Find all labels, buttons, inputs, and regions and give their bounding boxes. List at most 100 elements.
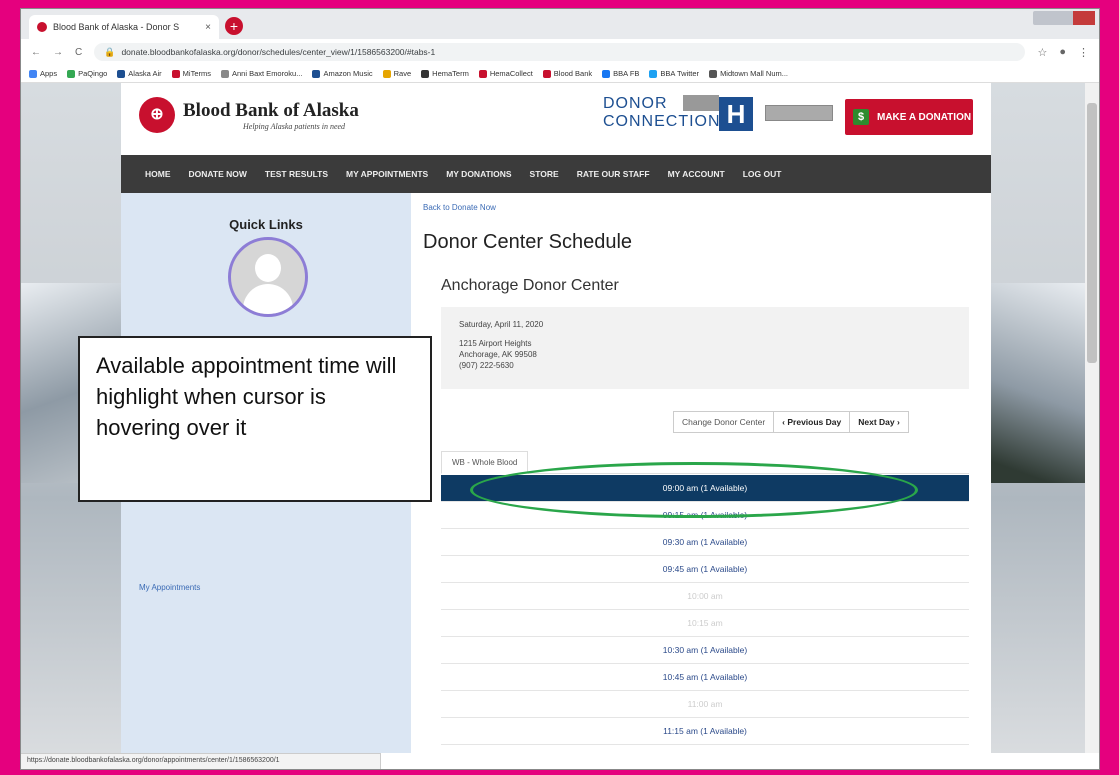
address-bar[interactable]: 🔒 donate.bloodbankofalaska.org/donor/sch…: [94, 43, 1026, 61]
menu-icon[interactable]: ⋮: [1078, 46, 1089, 59]
h-logo-icon: H: [719, 97, 753, 131]
bookmark-icon: [421, 69, 430, 78]
bookmark-item[interactable]: Amazon Music: [312, 69, 373, 78]
day-navigation: Change Donor Center ‹ Previous Day Next …: [673, 411, 909, 433]
donor-center-name: Anchorage Donor Center: [441, 277, 619, 294]
bookmarks-bar: Apps PaQingo Alaska Air MiTerms Anni Baxt Em…: [21, 65, 1099, 83]
bookmark-item[interactable]: BBA FB: [602, 69, 639, 78]
background-mountains-right: [985, 283, 1085, 483]
lock-icon: 🔒: [104, 46, 116, 57]
bookmark-label: BBA FB: [613, 69, 640, 78]
donor-connection-logo: DONOR CONNECTION: [603, 95, 721, 131]
center-info-box: Saturday, April 11, 2020 1215 Airport He…: [441, 307, 969, 389]
bookmark-item[interactable]: Blood Bank: [542, 69, 593, 78]
new-tab-button[interactable]: +: [225, 17, 243, 35]
address-url: donate.bloodbankofalaska.org/donor/sched…: [121, 47, 436, 57]
browser-toolbar: ← → C 🔒 donate.bloodbankofalaska.org/don…: [21, 39, 1099, 65]
bookmark-icon: [67, 69, 76, 78]
nav-item-my-account[interactable]: MY ACCOUNT: [668, 169, 725, 179]
back-to-donate-link[interactable]: Back to Donate Now: [423, 203, 496, 212]
nav-item-test-results[interactable]: TEST RESULTS: [265, 169, 328, 179]
tab-close-icon[interactable]: ×: [205, 22, 211, 33]
time-slot: 11:00 am: [441, 691, 969, 718]
org-tagline: Helping Alaska patients in need: [243, 121, 346, 131]
browser-tab[interactable]: Blood Bank of Alaska - Donor S ×: [29, 15, 219, 39]
time-slot[interactable]: 11:15 am (1 Available): [441, 718, 969, 745]
time-slot[interactable]: 10:45 am (1 Available): [441, 664, 969, 691]
bookmark-label: Apps: [40, 69, 58, 78]
avatar[interactable]: [228, 237, 308, 317]
tab-whole-blood[interactable]: WB - Whole Blood: [441, 451, 529, 474]
avatar-head-icon: [255, 254, 281, 282]
annotation-callout: Available appointment time will highligh…: [78, 336, 432, 502]
nav-item-my-donations[interactable]: MY DONATIONS: [446, 169, 511, 179]
bookmark-item[interactable]: MiTerms: [171, 69, 211, 78]
make-a-donation-button[interactable]: $ MAKE A DONATION: [845, 99, 973, 135]
site-logo[interactable]: ⊕ Blood Bank of Alaska Helping Alaska pa…: [139, 97, 359, 133]
bookmark-icon: [709, 69, 718, 78]
gray-badge: [765, 105, 833, 121]
forward-icon[interactable]: →: [53, 47, 63, 58]
bookmark-label: Midtown Mall Num...: [720, 69, 788, 78]
time-slot[interactable]: 11:30 am (1 Available): [441, 745, 969, 753]
center-phone: (907) 222-5630: [459, 361, 514, 370]
profile-icon[interactable]: ●: [1059, 46, 1066, 59]
bookmark-icon: [221, 69, 229, 78]
bookmark-icon: [542, 69, 551, 78]
bookmark-item[interactable]: HemaCollect: [478, 69, 533, 78]
bookmark-star-icon[interactable]: ☆: [1037, 46, 1047, 59]
time-slot: 10:00 am: [441, 583, 969, 610]
nav-item-home[interactable]: HOME: [145, 169, 171, 179]
org-name: Blood Bank of Alaska: [183, 99, 359, 121]
quick-links-title: Quick Links: [229, 217, 303, 232]
main-nav: HOME DONATE NOW TEST RESULTS MY APPOINTMENT…: [121, 155, 991, 193]
time-slot[interactable]: 09:30 am (1 Available): [441, 529, 969, 556]
previous-day-button[interactable]: ‹ Previous Day: [774, 411, 851, 433]
bookmark-label: Blood Bank: [553, 69, 593, 78]
nav-item-my-appointments[interactable]: MY APPOINTMENTS: [346, 169, 428, 179]
next-day-button[interactable]: Next Day ›: [850, 411, 909, 433]
bookmark-item[interactable]: Alaska Air: [117, 69, 162, 78]
blood-drop-logo-icon: ⊕: [139, 97, 175, 133]
site-header: ⊕ Blood Bank of Alaska Helping Alaska pa…: [121, 83, 991, 155]
status-bar-url: https://donate.bloodbankofalaska.org/don…: [21, 753, 381, 769]
window-close-icon[interactable]: [1073, 11, 1095, 25]
bookmark-icon: [478, 69, 487, 78]
bookmark-item[interactable]: PaQingo: [67, 69, 107, 78]
bookmark-label: HemaTerm: [432, 69, 469, 78]
bookmark-label: HemaCollect: [489, 69, 533, 78]
time-slot[interactable]: 09:45 am (1 Available): [441, 556, 969, 583]
page-title: Donor Center Schedule: [423, 231, 633, 253]
bookmark-label: Alaska Air: [128, 69, 162, 78]
nav-item-donate-now[interactable]: DONATE NOW: [189, 169, 247, 179]
bookmark-item[interactable]: BBA Twitter: [649, 69, 699, 78]
nav-item-store[interactable]: STORE: [530, 169, 559, 179]
bookmark-item[interactable]: Anni Baxt Emoroku...: [221, 69, 302, 78]
avatar-body-icon: [243, 284, 293, 314]
address-line-2: Anchorage, AK 99508: [459, 350, 537, 359]
bookmark-item[interactable]: HemaTerm: [421, 69, 469, 78]
bookmark-icon: [117, 69, 126, 78]
back-icon[interactable]: ←: [31, 47, 41, 58]
scrollbar-thumb[interactable]: [1087, 103, 1097, 363]
bookmark-icon: [29, 69, 37, 78]
dollar-icon: $: [853, 109, 869, 125]
bookmark-label: Rave: [393, 69, 412, 78]
time-slot[interactable]: 10:30 am (1 Available): [441, 637, 969, 664]
reload-icon[interactable]: C: [75, 47, 82, 58]
nav-item-rate-our-staff[interactable]: RATE OUR STAFF: [577, 169, 650, 179]
bookmark-item[interactable]: Midtown Mall Num...: [709, 69, 788, 78]
sidebar-link-my-appointments[interactable]: My Appointments: [139, 583, 200, 592]
favicon-icon: [37, 22, 47, 32]
annotation-highlight-ellipse: [470, 462, 918, 518]
bookmark-icon: [171, 69, 180, 78]
bookmark-label: Amazon Music: [323, 69, 373, 78]
make-a-donation-label: MAKE A DONATION: [877, 111, 972, 123]
window-controls[interactable]: [1033, 11, 1095, 25]
change-donor-center-button[interactable]: Change Donor Center: [673, 411, 775, 433]
nav-item-log-out[interactable]: LOG OUT: [743, 169, 782, 179]
bookmark-item[interactable]: Rave: [382, 69, 412, 78]
bookmark-item[interactable]: Apps: [29, 69, 57, 78]
page-scrollbar[interactable]: [1085, 83, 1099, 753]
bookmark-icon: [382, 69, 391, 78]
